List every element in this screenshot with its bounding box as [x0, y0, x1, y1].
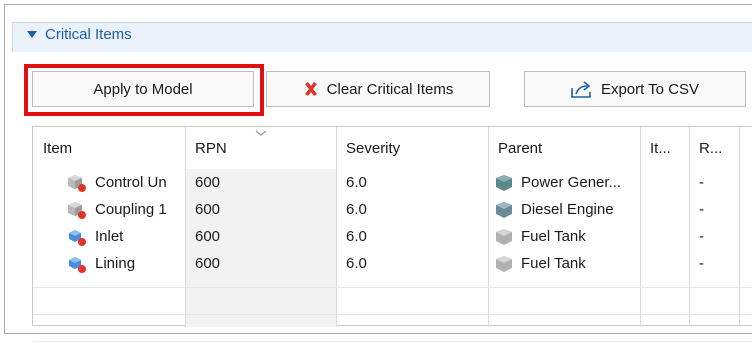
- cell-parent[interactable]: Fuel Tank: [495, 250, 639, 277]
- cell-item[interactable]: Coupling 1: [67, 196, 185, 223]
- cell-r-value: -: [699, 201, 704, 218]
- table-row[interactable]: Lining 600 6.0 Fuel Tank -: [33, 250, 752, 277]
- collapse-triangle-icon[interactable]: [27, 31, 37, 38]
- cell-rpn[interactable]: 600: [195, 223, 335, 250]
- header-severity-label: Severity: [346, 139, 401, 157]
- export-icon: [571, 81, 591, 98]
- cell-severity[interactable]: 6.0: [346, 250, 486, 277]
- clear-x-icon: [304, 82, 317, 96]
- cell-rpn-value: 600: [195, 228, 221, 245]
- section-title: Critical Items: [45, 26, 132, 43]
- cell-parent[interactable]: Fuel Tank: [495, 223, 639, 250]
- cell-severity-value: 6.0: [346, 201, 367, 218]
- cell-r-value: -: [699, 255, 704, 272]
- cell-parent-label: Diesel Engine: [521, 201, 614, 218]
- cell-severity[interactable]: 6.0: [346, 223, 486, 250]
- cell-item-label: Inlet: [95, 228, 124, 245]
- cell-severity[interactable]: 6.0: [346, 169, 486, 196]
- cell-rpn-value: 600: [195, 201, 221, 218]
- cell-parent-label: Fuel Tank: [521, 228, 586, 245]
- component-cube-icon: [68, 201, 86, 219]
- clear-button-label: Clear Critical Items: [326, 80, 454, 98]
- cell-r[interactable]: -: [699, 223, 737, 250]
- critical-items-section-header[interactable]: Critical Items: [12, 22, 752, 52]
- cell-severity-value: 6.0: [346, 228, 367, 245]
- empty-row-divider: [33, 314, 752, 315]
- cell-item-label: Control Un: [95, 174, 167, 191]
- header-it-label: It...: [650, 139, 671, 157]
- cell-r[interactable]: -: [699, 250, 737, 277]
- table-row[interactable]: Coupling 1 600 6.0 Diesel Engine -: [33, 196, 752, 223]
- sort-chevron-icon[interactable]: [255, 130, 267, 137]
- cell-r-value: -: [699, 228, 704, 245]
- header-parent-label: Parent: [498, 139, 543, 157]
- component-cube-icon: [68, 174, 86, 192]
- cell-item-label: Coupling 1: [95, 201, 167, 218]
- cell-rpn-value: 600: [195, 255, 221, 272]
- column-header-parent[interactable]: Parent: [488, 127, 640, 169]
- export-button-label: Export To CSV: [600, 80, 700, 98]
- cell-r[interactable]: -: [699, 196, 737, 223]
- cell-item-label: Lining: [95, 255, 136, 272]
- apply-to-model-button[interactable]: Apply to Model: [32, 71, 254, 107]
- apply-button-label: Apply to Model: [93, 80, 193, 98]
- cell-rpn[interactable]: 600: [195, 250, 335, 277]
- header-r-label: R...: [699, 139, 723, 157]
- component-cube-icon: [69, 229, 86, 246]
- cell-item[interactable]: Inlet: [67, 223, 185, 250]
- clear-critical-items-button[interactable]: Clear Critical Items: [266, 71, 490, 107]
- export-to-csv-button[interactable]: Export To CSV: [524, 71, 746, 107]
- cell-rpn-value: 600: [195, 174, 221, 191]
- cell-parent[interactable]: Power Gener...: [495, 169, 639, 196]
- cell-severity[interactable]: 6.0: [346, 196, 486, 223]
- parent-cube-icon: [496, 174, 512, 191]
- cell-rpn[interactable]: 600: [195, 196, 335, 223]
- parent-cube-icon: [496, 228, 512, 245]
- header-item-label: Item: [43, 139, 73, 157]
- table-row[interactable]: Control Un 600 6.0 Power Gener... -: [33, 169, 752, 196]
- cell-item[interactable]: Lining: [67, 250, 185, 277]
- column-header-severity[interactable]: Severity: [336, 127, 488, 169]
- critical-items-table[interactable]: Item RPN Severity Parent It... R... Cont…: [32, 126, 752, 342]
- cell-severity-value: 6.0: [346, 255, 367, 272]
- cell-parent[interactable]: Diesel Engine: [495, 196, 639, 223]
- column-header-it[interactable]: It...: [640, 127, 689, 169]
- component-cube-icon: [69, 256, 86, 273]
- cell-parent-label: Fuel Tank: [521, 255, 586, 272]
- cell-severity-value: 6.0: [346, 174, 367, 191]
- column-header-r[interactable]: R...: [689, 127, 739, 169]
- parent-cube-icon: [496, 255, 512, 272]
- cell-item[interactable]: Control Un: [67, 169, 185, 196]
- parent-cube-icon: [496, 201, 512, 218]
- section-title-group[interactable]: Critical Items: [27, 26, 132, 43]
- cell-rpn[interactable]: 600: [195, 169, 335, 196]
- empty-row-divider: [33, 287, 752, 288]
- table-row[interactable]: Inlet 600 6.0 Fuel Tank -: [33, 223, 752, 250]
- column-header-item[interactable]: Item: [33, 127, 185, 169]
- cell-r[interactable]: -: [699, 169, 737, 196]
- cell-parent-label: Power Gener...: [521, 174, 622, 191]
- header-rpn-label: RPN: [195, 139, 227, 157]
- cell-r-value: -: [699, 174, 704, 191]
